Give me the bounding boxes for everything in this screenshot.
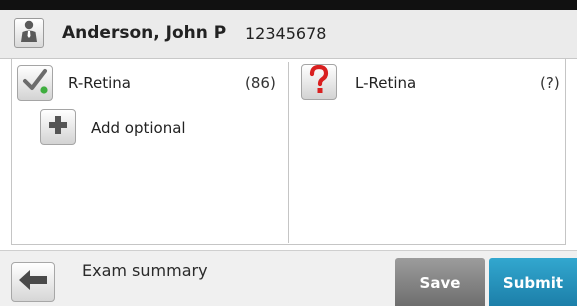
add-optional-button[interactable] <box>40 109 76 145</box>
l-retina-count: (?) <box>540 74 560 92</box>
top-bar <box>0 0 577 10</box>
r-retina-label: R-Retina <box>68 74 131 92</box>
plus-icon <box>47 114 69 140</box>
l-retina-status-button[interactable] <box>301 64 337 100</box>
r-retina-status-button[interactable] <box>17 65 53 101</box>
patient-id: 12345678 <box>245 24 327 43</box>
question-mark-icon <box>307 64 331 99</box>
submit-button[interactable]: Submit <box>489 258 577 306</box>
footer-bar: Exam summary Save Submit <box>0 250 577 306</box>
back-button[interactable] <box>11 262 55 302</box>
save-button[interactable]: Save <box>395 258 485 306</box>
checkmark-icon <box>21 67 49 99</box>
patient-avatar-button[interactable] <box>14 18 44 48</box>
arrow-left-icon <box>18 269 48 295</box>
patient-header: Anderson, John P 12345678 <box>0 10 577 59</box>
add-optional-label: Add optional <box>91 119 186 137</box>
l-retina-label: L-Retina <box>355 74 417 92</box>
person-icon <box>19 19 39 47</box>
r-retina-count: (86) <box>245 74 276 92</box>
patient-name: Anderson, John P <box>62 23 227 43</box>
panel-divider <box>288 62 289 243</box>
exam-summary-label: Exam summary <box>82 261 208 280</box>
